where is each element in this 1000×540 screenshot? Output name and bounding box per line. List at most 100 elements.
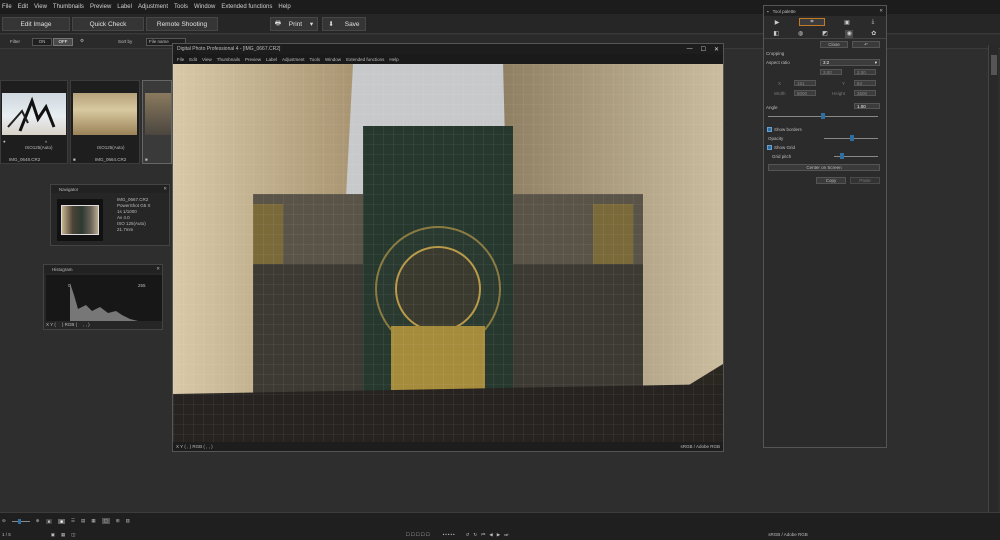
paste-button[interactable]: Paste [850,177,880,184]
menu-help[interactable]: Help [278,4,290,10]
filter-on-toggle[interactable]: ON [32,38,52,46]
right-scrollbar[interactable] [988,45,998,515]
opacity-slider-handle[interactable] [850,135,854,141]
rotate-left-icon[interactable]: ↺ [466,532,470,538]
maximize-icon[interactable]: ☐ [701,46,706,53]
close-icon[interactable]: ✕ [163,186,167,192]
page-count: 1 / 5 [2,532,11,537]
aspect-ratio-label: Aspect ratio [766,60,790,65]
close-icon[interactable]: ✕ [879,8,883,14]
close-crop-button[interactable]: Close [820,41,848,48]
copy-button[interactable]: Copy [816,177,846,184]
quick-check-button[interactable]: Quick Check [72,17,144,31]
next-image-icon[interactable]: ▶ [497,532,500,538]
doc-menu-view[interactable]: View [202,57,212,62]
angle-slider-handle[interactable] [821,113,825,119]
lens-tab-icon[interactable]: ◩ [821,30,829,38]
edit-image-button[interactable]: Edit Image [2,17,70,31]
doc-menu-extended-functions[interactable]: Extended functions [346,57,384,62]
menu-preview[interactable]: Preview [90,4,111,10]
doc-menu-thumbnails[interactable]: Thumbnails [217,57,240,62]
color-tab-icon[interactable]: ◍ [797,30,805,38]
view-detail-icon[interactable]: ▤ [81,518,85,524]
rotate-right-icon[interactable]: ↻ [473,532,477,538]
layout-grid-icon[interactable]: ▦ [61,532,65,538]
thumbnail-item-selected[interactable]: ■ [142,80,172,164]
menu-label[interactable]: Label [117,4,132,10]
aspect-ratio-select[interactable]: 3:2 ▾ [820,59,880,66]
thumbnail-item[interactable]: ◐ ISO125(Auto) IMG_0648.CR2 ● [0,80,68,164]
zoom-slider-handle[interactable] [17,518,21,524]
show-grid-checkbox[interactable] [767,145,772,150]
detail-tab-icon[interactable]: ◉ [845,29,854,38]
minimize-icon[interactable]: — [687,46,693,53]
menu-adjustment[interactable]: Adjustment [138,4,168,10]
menu-edit[interactable]: Edit [18,4,28,10]
menu-extended-functions[interactable]: Extended functions [221,4,272,10]
doc-menu-adjustment[interactable]: Adjustment [282,57,305,62]
output-tab-icon[interactable]: ⤓ [869,18,877,26]
prev-image-icon[interactable]: ◀ [489,532,492,538]
printer-icon: 🖶 [274,19,281,27]
first-image-icon[interactable]: ⏮ [481,532,485,537]
save-button[interactable]: ⬇ Save [322,17,366,31]
view-single-icon[interactable]: ▢ [101,518,110,524]
view-multi-icon[interactable]: ⊞ [116,518,120,524]
menu-file[interactable]: File [2,4,12,10]
histogram-min: 0 [68,283,71,288]
menu-window[interactable]: Window [194,4,215,10]
crop-y-field[interactable]: 84 [854,80,876,86]
scroll-thumb[interactable] [991,55,997,75]
navigator-info: IMG_0667.CR2 PowerShot G5 X 1s 1/1000 Av… [117,197,151,233]
crop-width-field[interactable]: 5000 [794,90,816,96]
center-on-screen-button[interactable]: Center on Screen [768,164,880,171]
rating-stars-icon[interactable]: ☐☐☐☐☐ [406,532,431,538]
doc-menu-help[interactable]: Help [389,57,398,62]
view-list-icon[interactable]: ☰ [71,518,75,524]
ratio-width-field[interactable]: 3.00 [820,69,842,75]
doc-menu-window[interactable]: Window [325,57,341,62]
doc-menu-preview[interactable]: Preview [245,57,261,62]
last-image-icon[interactable]: ⏭ [504,532,508,537]
crop-x-label: X [778,81,782,86]
filter-settings-icon[interactable]: ⚙ [80,38,84,44]
thumbnail-item[interactable]: ISO125(Auto) IMG_0664.CR2 ■ [70,80,140,164]
rating-dots-icon[interactable]: ••••• [443,532,456,537]
zoom-out-icon[interactable]: ⊖ [2,518,6,524]
doc-menu-label[interactable]: Label [266,57,277,62]
close-icon[interactable]: ✕ [156,266,160,272]
zoom-in-icon[interactable]: ⊕ [36,518,40,524]
view-small-thumb-icon[interactable]: ■ [45,518,53,524]
reset-crop-icon[interactable]: ↶ [852,41,880,48]
print-button[interactable]: 🖶 Print ▾ [270,17,318,31]
settings-tab-icon[interactable]: ✿ [870,30,878,38]
doc-menu-file[interactable]: File [177,57,184,62]
zoom-slider[interactable] [11,518,30,524]
crop-height-field[interactable]: 3600 [854,90,876,96]
view-large-thumb-icon[interactable]: ■ [58,518,65,524]
close-icon[interactable]: ✕ [714,46,719,53]
layout-compare-icon[interactable]: ◫ [71,532,75,538]
color-space-status: sRGB / Adobe RGB [768,532,808,537]
ratio-height-field[interactable]: 2.00 [854,69,876,75]
menu-tools[interactable]: Tools [174,4,188,10]
image-tab-icon[interactable]: ▣ [843,18,851,26]
basic-adjust-icon[interactable]: ▶ [773,18,781,26]
image-canvas[interactable] [173,64,723,442]
view-edit-image-icon[interactable]: ▦ [91,518,95,524]
remote-shooting-button[interactable]: Remote Shooting [146,17,218,31]
crop-x-field[interactable]: 151 [794,80,816,86]
menu-view[interactable]: View [34,4,47,10]
doc-menu-tools[interactable]: Tools [310,57,321,62]
grid-pitch-slider-handle[interactable] [840,153,844,159]
histogram-rgb: ) RGB ( [61,322,78,327]
view-grid-icon[interactable]: ▥ [126,518,130,524]
doc-menu-edit[interactable]: Edit [189,57,197,62]
show-borders-checkbox[interactable] [767,127,772,132]
crop-tool-tab-icon[interactable]: ⌗ [799,18,825,26]
angle-field[interactable]: 1.00 [854,103,880,109]
tone-tab-icon[interactable]: ◧ [772,30,780,38]
filter-off-toggle[interactable]: OFF [53,38,73,46]
menu-thumbnails[interactable]: Thumbnails [53,4,84,10]
layout-single-icon[interactable]: ▣ [51,532,55,538]
